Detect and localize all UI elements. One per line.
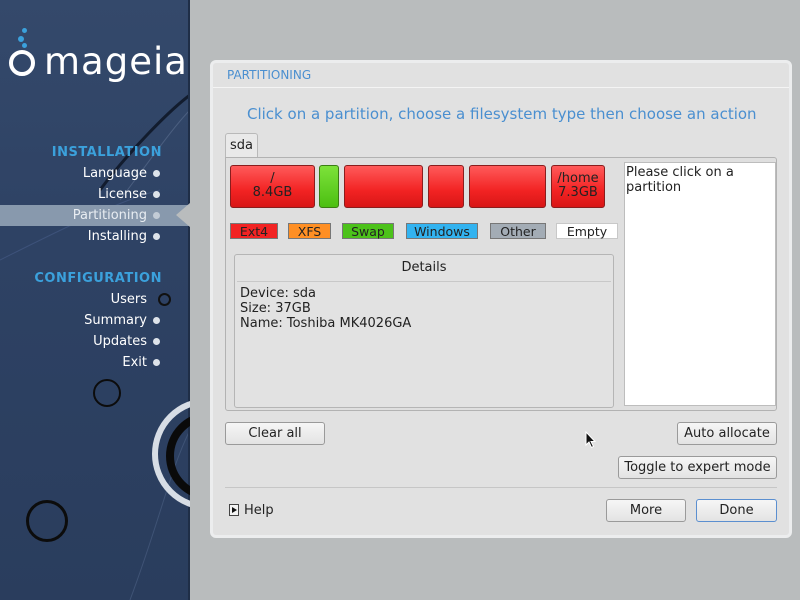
partition-root[interactable]: / 8.4GB [230,165,315,208]
step-pending-bullet-icon [153,359,160,366]
legend-swap: Swap [342,223,394,239]
step-pending-bullet-icon [153,233,160,240]
step-done-bullet-icon [153,191,160,198]
disk-tab-content: / 8.4GB /home 7.3GB Ext4 XFS Swap Window… [225,157,777,411]
section-title-installation: INSTALLATION [51,145,162,160]
sidebar-item-label: Updates [93,334,147,349]
step-ring-bullet-icon [158,293,171,306]
partitioning-panel: PARTITIONING Click on a partition, choos… [210,60,792,538]
title-divider [213,87,789,88]
logo-bubble-icon [22,28,27,33]
footer-divider [225,487,777,488]
sidebar-item-partitioning: Partitioning [0,205,190,226]
details-size: Size: 37GB [240,301,311,316]
logo-bubble-icon [22,43,27,48]
auto-allocate-button[interactable]: Auto allocate [677,422,777,445]
sidebar-item-installing: Installing [0,226,190,247]
partition-5[interactable] [469,165,546,208]
partition-mount-label: / [270,171,275,186]
partition-home[interactable]: /home 7.3GB [551,165,605,208]
section-title-configuration: CONFIGURATION [34,271,162,286]
details-name: Name: Toshiba MK4026GA [240,316,412,331]
partition-size-label: 7.3GB [558,185,598,200]
sidebar-item-summary: Summary [0,310,190,331]
decorative-ring-icon [93,379,121,407]
help-label: Help [244,503,274,518]
details-title: Details [401,260,447,275]
page-title: PARTITIONING [227,68,312,82]
sidebar-item-label: Exit [122,355,147,370]
decorative-ring-icon [26,500,68,542]
legend-ext4: Ext4 [230,223,278,239]
instruction-text: Click on a partition, choose a filesyste… [247,105,757,123]
tab-label: sda [230,138,253,153]
tab-sda[interactable]: sda [225,133,258,158]
sidebar-item-label: License [97,187,147,202]
sidebar: mageia INSTALLATION Language License Par… [0,0,190,600]
partition-size-label: 8.4GB [252,185,293,200]
sidebar-item-language: Language [0,163,190,184]
sidebar-item-exit: Exit [0,352,190,373]
partition-info-box: Please click on a partition [624,162,776,406]
logo-wordmark: mageia [44,40,188,83]
partition-4[interactable] [428,165,464,208]
step-current-bullet-icon [153,212,160,219]
legend-other: Other [490,223,546,239]
step-done-bullet-icon [153,170,160,177]
sidebar-item-users: Users [0,289,190,310]
clear-all-button[interactable]: Clear all [225,422,325,445]
expand-arrow-icon [229,504,239,516]
sidebar-item-license: License [0,184,190,205]
details-frame: Details Device: sda Size: 37GB Name: Tos… [234,254,614,408]
toggle-expert-mode-button[interactable]: Toggle to expert mode [618,456,777,479]
logo-ring-icon [9,50,35,76]
partition-swap[interactable] [319,165,339,208]
step-pending-bullet-icon [153,338,160,345]
sidebar-item-label: Users [110,292,147,307]
sidebar-item-updates: Updates [0,331,190,352]
help-button[interactable]: Help [229,503,274,519]
more-button[interactable]: More [606,499,686,522]
done-button[interactable]: Done [696,499,777,522]
step-pending-bullet-icon [153,317,160,324]
sidebar-item-label: Partitioning [72,208,147,223]
sidebar-item-label: Summary [84,313,147,328]
partition-3[interactable] [344,165,423,208]
mouse-pointer-icon [585,431,597,449]
active-step-pointer-icon [176,203,190,227]
logo-bubble-icon [18,36,24,42]
legend-empty: Empty [556,223,618,239]
legend-windows: Windows [406,223,478,239]
details-divider [237,281,611,282]
sidebar-item-label: Language [82,166,147,181]
details-device: Device: sda [240,286,316,301]
legend-xfs: XFS [288,223,331,239]
partition-mount-label: /home [557,171,599,186]
sidebar-item-label: Installing [87,229,147,244]
